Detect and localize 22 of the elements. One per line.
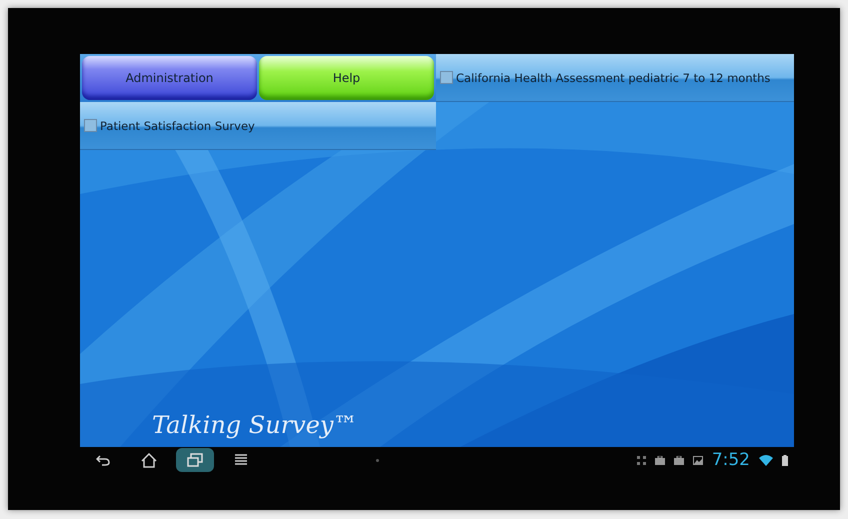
wifi-icon — [759, 454, 773, 466]
menu-icon — [235, 453, 247, 467]
survey-item[interactable]: California Health Assessment pediatric 7 to 12 months — [436, 54, 794, 102]
checkbox[interactable] — [440, 71, 453, 84]
dot-icon — [376, 458, 379, 462]
grid-icon — [636, 456, 646, 464]
back-icon — [96, 454, 110, 466]
app-title: Talking Survey™ — [152, 411, 358, 439]
home-icon — [141, 452, 157, 468]
recent-apps-icon — [187, 453, 203, 467]
survey-item[interactable]: Patient Satisfaction Survey — [80, 102, 436, 150]
survey-label: Patient Satisfaction Survey — [100, 118, 255, 132]
briefcase-icon — [654, 456, 665, 464]
help-button[interactable]: Help — [259, 56, 434, 100]
image-icon — [692, 456, 703, 464]
survey-label: California Health Assessment pediatric 7 to 12 months — [456, 70, 770, 84]
briefcase-icon — [674, 456, 684, 464]
nav-button[interactable] — [176, 448, 214, 472]
checkbox[interactable] — [84, 119, 97, 132]
administration-button[interactable]: Administration — [82, 56, 257, 100]
battery-icon — [782, 454, 788, 466]
clock-time: 7:52 — [712, 450, 750, 470]
